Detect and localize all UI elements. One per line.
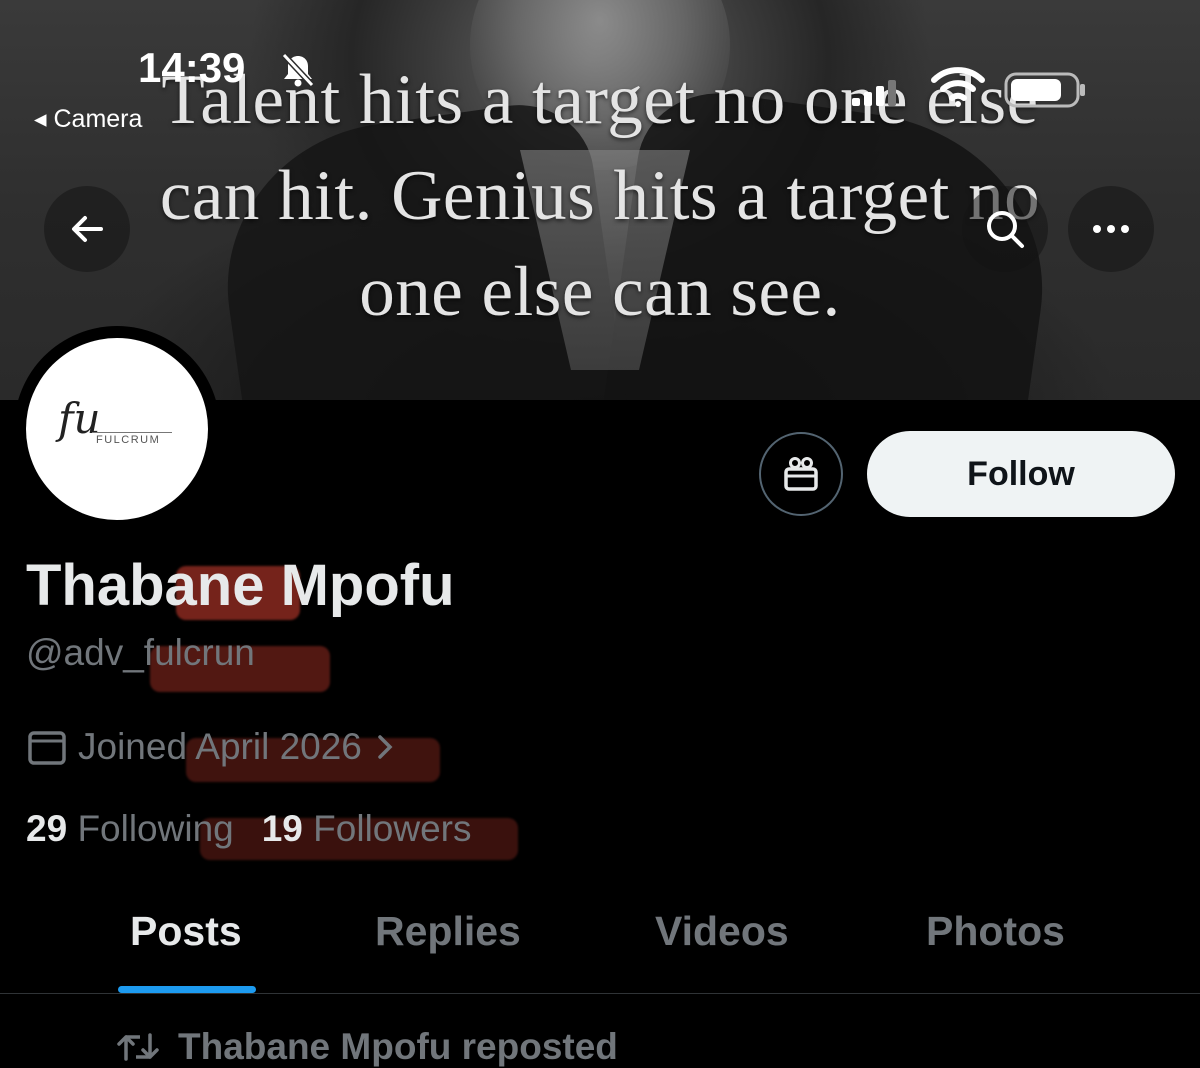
repost-header: Thabane Mpofu reposted [116, 1026, 618, 1068]
avatar[interactable]: fu FULCRUM [26, 338, 208, 520]
follow-button[interactable]: Follow [867, 431, 1175, 517]
joined-text: Joined April 2026 [78, 726, 362, 767]
display-name: Thabane Mpofu [26, 553, 455, 618]
tab-replies[interactable]: Replies [375, 908, 521, 955]
joined-date-row[interactable]: Joined April 2026 [26, 726, 394, 768]
more-icon [1093, 225, 1129, 233]
tab-posts[interactable]: Posts [130, 908, 242, 955]
following-link[interactable]: 29 Following [26, 808, 234, 849]
active-tab-indicator [118, 986, 256, 993]
repost-text: Thabane Mpofu reposted [178, 1026, 618, 1067]
back-to-camera-link[interactable]: ◂ Camera [34, 104, 142, 134]
followers-label: Followers [313, 808, 472, 849]
tab-videos[interactable]: Videos [655, 908, 789, 955]
search-button[interactable] [962, 186, 1048, 272]
profile-tabs: Posts Replies Videos Photos [0, 890, 1200, 994]
following-count: 29 [26, 808, 68, 849]
divider [0, 993, 1200, 994]
calendar-icon [28, 731, 66, 765]
status-time: 14:39 [138, 44, 246, 91]
avatar-brand-text: FULCRUM [96, 434, 161, 446]
followers-link[interactable]: 19 Followers [262, 808, 472, 849]
wifi-icon [931, 67, 985, 107]
following-label: Following [77, 808, 234, 849]
cellular-signal-icon [852, 80, 896, 106]
avatar-monogram: fu [58, 394, 101, 443]
chevron-right-icon [378, 735, 393, 759]
back-arrow-icon [72, 216, 103, 242]
repost-icon [117, 1033, 159, 1061]
tab-photos[interactable]: Photos [926, 908, 1065, 955]
search-icon [987, 211, 1024, 248]
gift-icon [784, 457, 818, 491]
user-handle: @adv_fulcrun [26, 632, 255, 673]
follow-counts: 29 Following 19 Followers [26, 808, 472, 850]
back-button[interactable] [44, 186, 130, 272]
more-options-button[interactable] [1068, 186, 1154, 272]
gift-button[interactable] [759, 432, 843, 516]
bell-muted-icon [281, 52, 315, 88]
followers-count: 19 [261, 808, 303, 849]
battery-icon [1004, 72, 1085, 108]
